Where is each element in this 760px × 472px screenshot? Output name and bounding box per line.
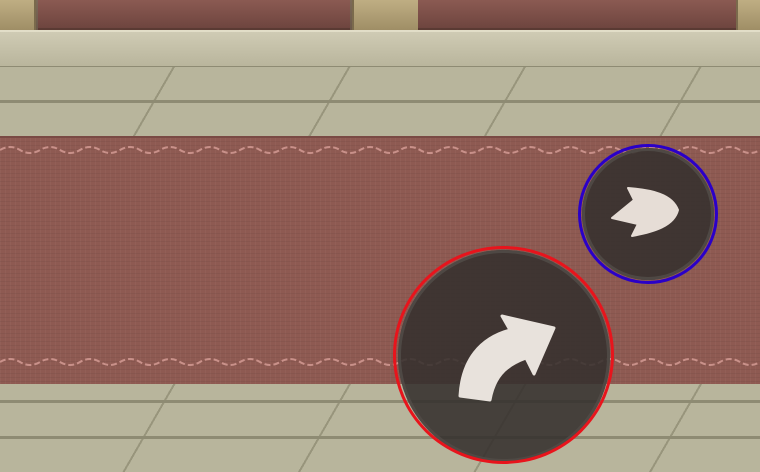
stone-floor-upper <box>0 66 760 136</box>
cabinet-right <box>418 0 736 30</box>
curved-arrow-icon <box>458 314 556 402</box>
cabinet-frame <box>736 0 760 30</box>
carpet-border-pattern <box>0 358 760 366</box>
stone-floor-lower <box>0 384 760 472</box>
action-button[interactable] <box>398 250 610 462</box>
cabinet-left <box>38 0 350 30</box>
cabinet-frame <box>0 0 36 30</box>
stone-ledge <box>0 30 760 71</box>
cabinet-divider <box>352 0 420 30</box>
